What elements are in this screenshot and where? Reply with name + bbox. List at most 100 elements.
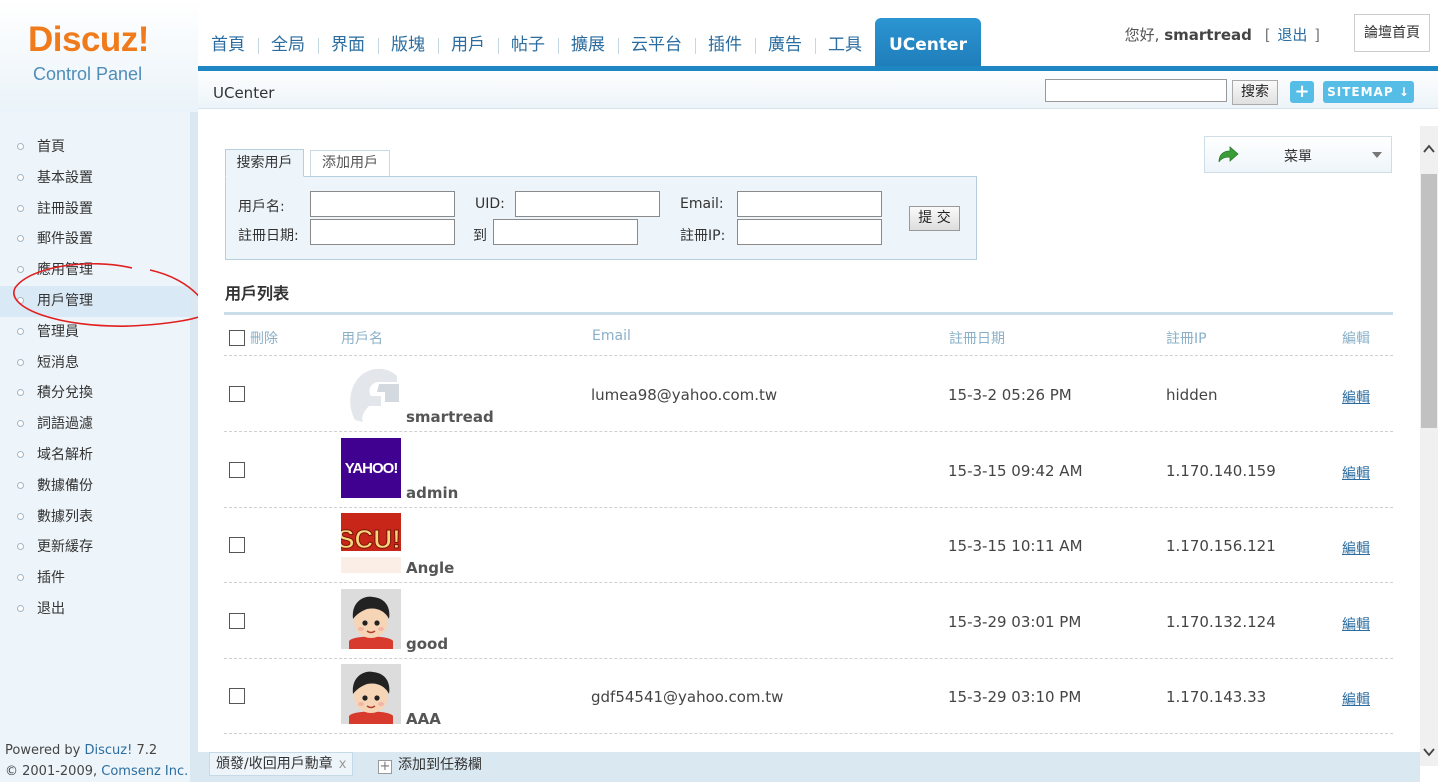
top-search-button[interactable]: 搜索 [1232,80,1278,105]
row-delete-checkbox[interactable] [229,688,245,705]
greeting: 您好, [1124,26,1160,44]
logout-link[interactable]: 退出 [1277,26,1307,44]
row-edit-link[interactable]: 編輯 [1342,538,1370,558]
scroll-up-icon[interactable] [1423,144,1435,154]
side-users[interactable]: 用戶管理 [0,285,190,317]
row-delete-checkbox[interactable] [229,386,245,402]
sidebar-divider [190,112,198,782]
email-label: Email: [680,196,724,212]
username: smartread [1164,26,1252,44]
vertical-scrollbar[interactable] [1420,126,1438,766]
side-mail-settings[interactable]: 郵件設置 [0,224,190,255]
regip-input[interactable] [737,219,882,245]
nav-extend[interactable]: 擴展 [558,30,618,66]
nav-global[interactable]: 全局 [258,30,318,66]
add-shortcut-button[interactable]: + [1290,81,1314,103]
cartoon-boy-avatar [341,588,401,649]
uid-input[interactable] [515,191,660,217]
sidebar: 首頁 基本設置 註冊設置 郵件設置 應用管理 用戶管理 管理員 短消息 積分兌換 詞語過濾 域名解析… [0,112,190,782]
logo-area: Discuz! Control Panel [0,0,198,112]
row-username: good [406,634,449,653]
nav-cloud[interactable]: 云平台 [618,30,695,66]
col-regip: 註冊IP [1166,331,1207,347]
user-search-form: 用戶名: UID: Email: 註冊日期: 到 註冊IP: 提 交 [225,176,977,260]
add-to-taskbar-label: 添加到任務欄 [398,757,482,773]
row-username: smartread [406,408,494,426]
row-edit-link[interactable]: 編輯 [1342,614,1370,634]
regdate-from-input[interactable] [310,219,455,245]
side-badwords[interactable]: 詞語過濾 [0,409,190,440]
scroll-thumb[interactable] [1421,174,1437,428]
nav-plugins[interactable]: 插件 [695,30,755,66]
email-input[interactable] [737,191,882,217]
side-domains[interactable]: 域名解析 [0,440,190,471]
side-backup[interactable]: 數據備份 [0,471,190,502]
side-pm[interactable]: 短消息 [0,348,190,379]
nav-home[interactable]: 首頁 [198,30,258,66]
row-regip: 1.170.140.159 [1166,461,1276,480]
row-regdate: 15-3-29 03:10 PM [948,688,1082,707]
logo-subtitle: Control Panel [33,64,143,84]
side-home[interactable]: 首頁 [0,132,190,163]
row-regdate: 15-3-29 03:01 PM [948,612,1082,631]
submit-button[interactable]: 提 交 [909,206,960,231]
close-icon[interactable]: x [339,757,347,772]
menu-label: 菜單 [1284,149,1312,165]
section-title: UCenter [213,84,275,102]
main-content: 菜單 搜索用戶 添加用戶 用戶名: UID: Email: 註冊日期: 到 註冊… [198,112,1420,752]
comsenz-link[interactable]: Comsenz Inc. [101,764,188,779]
sidebar-menu: 首頁 基本設置 註冊設置 郵件設置 應用管理 用戶管理 管理員 短消息 積分兌換 詞語過濾 域名解析… [0,112,190,625]
powered-version: 7.2 [132,743,158,758]
to-label: 到 [473,228,487,244]
side-admins[interactable]: 管理員 [0,317,190,348]
username-label: 用戶名: [238,199,285,215]
row-delete-checkbox[interactable] [229,537,245,554]
side-cache[interactable]: 更新緩存 [0,532,190,563]
menu-dropdown[interactable]: 菜單 [1204,136,1392,173]
row-delete-checkbox[interactable] [229,461,245,478]
bracket-open: [ [1264,26,1271,44]
top-search-input[interactable] [1045,79,1227,102]
row-regip: 1.170.143.33 [1166,688,1267,707]
nav-posts[interactable]: 帖子 [498,30,558,66]
nav-ucenter[interactable]: UCenter [875,18,981,70]
share-arrow-icon [1218,146,1239,163]
nav-users[interactable]: 用戶 [438,30,498,66]
side-credits[interactable]: 積分兌換 [0,378,190,409]
task-label: 頒發/收回用戶勳章 [216,756,333,772]
tab-add-user[interactable]: 添加用戶 [310,150,390,177]
scroll-down-icon[interactable] [1423,747,1435,757]
sitemap-button[interactable]: SITEMAP ↓ [1323,81,1414,103]
side-apps[interactable]: 應用管理 [0,255,190,286]
logo[interactable]: Discuz! [28,20,149,60]
nav-ads[interactable]: 廣告 [755,30,815,66]
table-row: AAA gdf54541@yahoo.com.tw 15-3-29 03:10 PM… [224,658,1393,735]
side-logout[interactable]: 退出 [0,594,190,625]
row-email: lumea98@yahoo.com.tw [591,386,778,404]
side-plugins[interactable]: 插件 [0,563,190,594]
powered-by: Powered by Discuz! 7.2 © 2001-2009, Coms… [5,740,188,782]
nav-tools[interactable]: 工具 [815,30,875,66]
col-delete: 刪除 [250,331,278,347]
nav-forums[interactable]: 版塊 [378,30,438,66]
row-edit-link[interactable]: 編輯 [1342,463,1370,483]
row-username: AAA [406,710,441,729]
tab-search-users[interactable]: 搜索用戶 [225,149,304,177]
task-item[interactable]: 頒發/收回用戶勳章 x [209,752,354,776]
row-delete-checkbox[interactable] [229,612,245,629]
forum-home-button[interactable]: 論壇首頁 [1354,14,1430,52]
select-all-checkbox[interactable] [229,330,245,346]
nav-interface[interactable]: 界面 [318,30,378,66]
table-row: smartread lumea98@yahoo.com.tw 15-3-2 05:2… [224,356,1393,432]
side-datalist[interactable]: 數據列表 [0,502,190,533]
row-edit-link[interactable]: 編輯 [1342,387,1370,407]
username-input[interactable] [310,191,455,217]
side-register-settings[interactable]: 註冊設置 [0,194,190,225]
row-regip: hidden [1166,386,1218,404]
regdate-to-input[interactable] [493,219,638,245]
side-basic-settings[interactable]: 基本設置 [0,163,190,194]
discuz-link[interactable]: Discuz! [84,743,132,758]
row-edit-link[interactable]: 編輯 [1342,689,1370,709]
add-to-taskbar-button[interactable]: + 添加到任務欄 [378,754,482,776]
row-regip: 1.170.156.121 [1166,537,1276,556]
